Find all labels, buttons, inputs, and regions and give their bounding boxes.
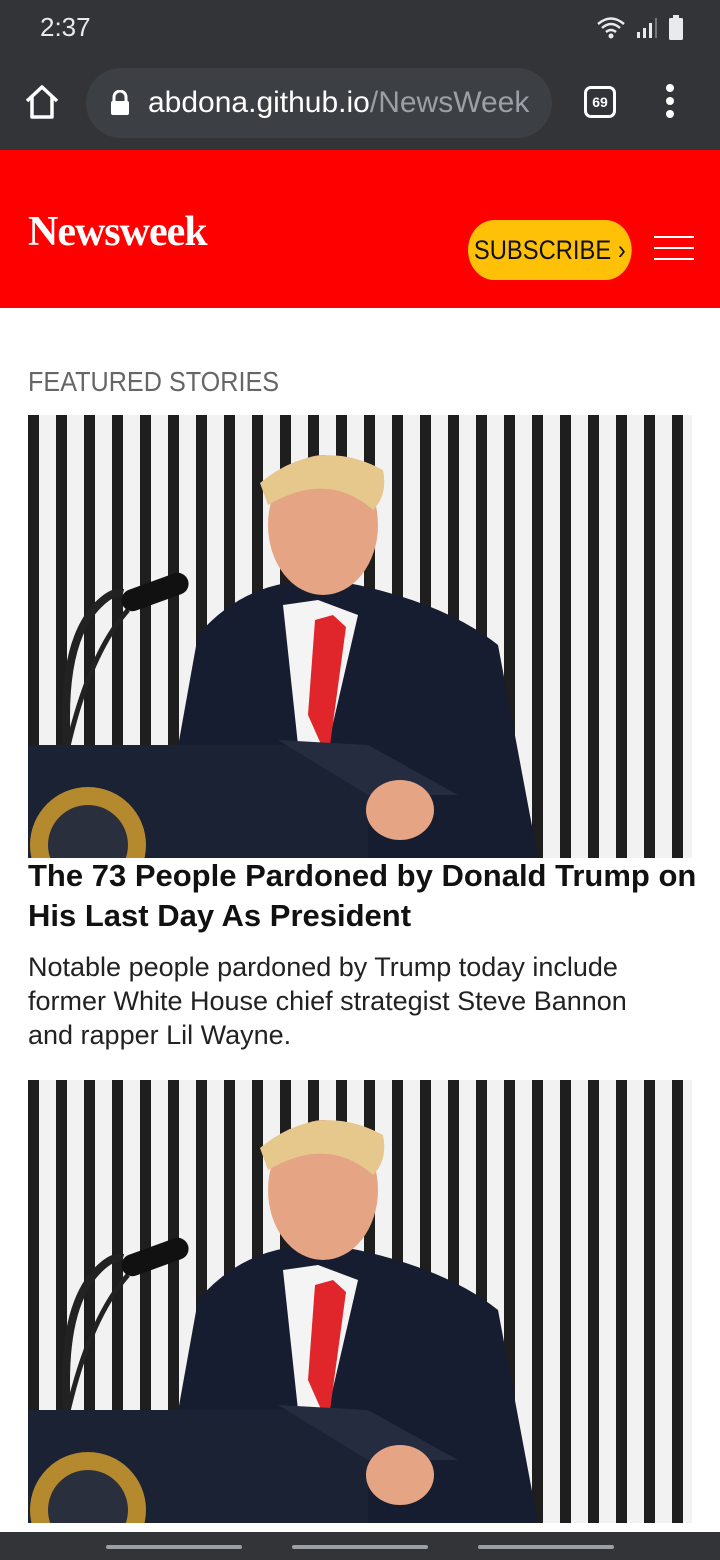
section-label: FEATURED STORIES: [28, 366, 280, 397]
system-icons: [596, 14, 684, 42]
url-path: /NewsWeek: [369, 86, 530, 119]
browser-toolbar: abdona.github.io/NewsWeek 69: [0, 56, 720, 150]
status-bar: 2:37: [0, 0, 720, 56]
url-text: abdona.github.io/NewsWeek: [148, 86, 529, 120]
overflow-menu-icon[interactable]: [662, 84, 678, 124]
subscribe-button[interactable]: SUBSCRIBE ›: [468, 220, 632, 280]
home-icon[interactable]: [22, 82, 62, 122]
lock-icon: [111, 90, 129, 115]
site-header: Newsweek SUBSCRIBE ›: [0, 150, 720, 308]
nav-recents-handle[interactable]: [478, 1545, 614, 1549]
nav-home-handle[interactable]: [292, 1545, 428, 1549]
nav-back-handle[interactable]: [106, 1545, 242, 1549]
wifi-icon: [597, 17, 625, 39]
battery-icon: [669, 15, 683, 40]
story-image[interactable]: [28, 1080, 692, 1523]
hamburger-icon[interactable]: [654, 236, 694, 266]
story-headline[interactable]: The 73 People Pardoned by Donald Trump o…: [28, 856, 698, 936]
tab-switcher-button[interactable]: 69: [584, 86, 616, 118]
signal-icon: [637, 18, 657, 38]
newsweek-logo[interactable]: Newsweek: [28, 208, 208, 256]
system-navigation-bar: [0, 1532, 720, 1560]
address-bar[interactable]: abdona.github.io/NewsWeek: [86, 68, 552, 138]
story-summary: Notable people pardoned by Trump today i…: [28, 952, 627, 1050]
story-image[interactable]: [28, 415, 692, 858]
url-host: abdona.github.io: [148, 86, 370, 119]
status-time: 2:37: [40, 12, 91, 42]
